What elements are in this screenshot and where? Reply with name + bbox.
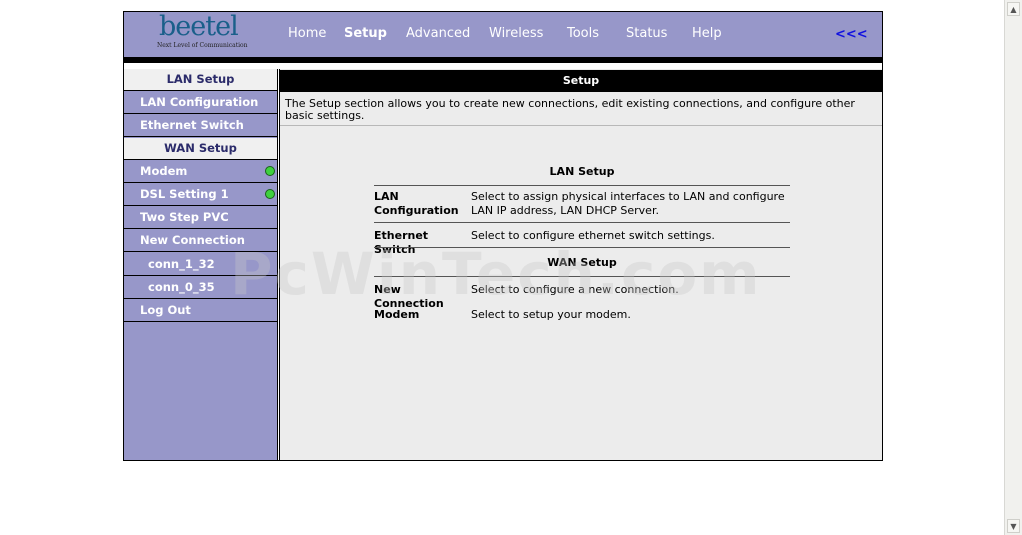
sidebar-item-new-connection[interactable]: New Connection (124, 230, 277, 252)
page-scrollbar[interactable]: ▲ ▼ (1004, 0, 1022, 535)
row-desc-new-connection: Select to configure a new connection. (471, 283, 679, 296)
divider (374, 185, 790, 186)
logo-text: beetel (159, 11, 239, 42)
row-label-modem[interactable]: Modem (374, 308, 469, 322)
row-desc-lan-configuration: Select to assign physical interfaces to … (471, 190, 785, 217)
section-title-wan: WAN Setup (547, 256, 617, 269)
nav-home[interactable]: Home (288, 26, 326, 41)
nav-wireless[interactable]: Wireless (489, 26, 543, 41)
nav-status[interactable]: Status (626, 26, 667, 41)
scroll-up-arrow-icon[interactable]: ▲ (1007, 2, 1020, 16)
sidebar-item-log-out[interactable]: Log Out (124, 300, 277, 322)
row-label-ethernet-switch[interactable]: Ethernet Switch (374, 229, 469, 257)
scroll-down-arrow-icon[interactable]: ▼ (1007, 519, 1020, 533)
intro-text: The Setup section allows you to create n… (280, 93, 882, 126)
sidebar: LAN Setup LAN Configuration Ethernet Swi… (124, 69, 278, 460)
sidebar-item-label: DSL Setting 1 (140, 187, 229, 201)
sidebar-item-lan-configuration[interactable]: LAN Configuration (124, 92, 277, 114)
sidebar-item-label: Modem (140, 164, 188, 178)
divider (374, 276, 790, 277)
sidebar-item-conn-0-35[interactable]: conn_0_35 (124, 277, 277, 299)
sidebar-item-two-step-pvc[interactable]: Two Step PVC (124, 207, 277, 229)
divider (374, 247, 790, 248)
sidebar-item-modem[interactable]: Modem (124, 161, 277, 183)
page-title: Setup (280, 70, 882, 92)
nav-help[interactable]: Help (692, 26, 722, 41)
sidebar-item-dsl-setting[interactable]: DSL Setting 1 (124, 184, 277, 206)
section-title-lan: LAN Setup (549, 165, 615, 178)
status-led-icon (265, 189, 275, 199)
sidebar-header-lan-setup[interactable]: LAN Setup (124, 69, 277, 91)
router-page-frame: beetel Next Level of Communication Home … (123, 11, 883, 461)
main-content: Setup The Setup section allows you to cr… (279, 69, 882, 460)
row-label-lan-configuration[interactable]: LAN Configuration (374, 190, 469, 218)
sidebar-item-conn-1-32[interactable]: conn_1_32 (124, 254, 277, 276)
beetel-logo[interactable]: beetel Next Level of Communication (157, 11, 248, 53)
row-label-new-connection[interactable]: New Connection (374, 283, 469, 311)
row-desc-ethernet-switch: Select to configure ethernet switch sett… (471, 229, 715, 242)
nav-setup[interactable]: Setup (344, 26, 387, 41)
nav-advanced[interactable]: Advanced (406, 26, 470, 41)
nav-tools[interactable]: Tools (567, 26, 599, 41)
sidebar-item-ethernet-switch[interactable]: Ethernet Switch (124, 115, 277, 137)
logo-tagline: Next Level of Communication (157, 42, 248, 49)
top-navigation-bar: beetel Next Level of Communication Home … (124, 12, 882, 58)
back-link[interactable]: <<< (835, 27, 868, 42)
sidebar-header-wan-setup[interactable]: WAN Setup (124, 138, 277, 160)
status-led-icon (265, 166, 275, 176)
divider (374, 222, 790, 223)
row-desc-modem: Select to setup your modem. (471, 308, 631, 321)
